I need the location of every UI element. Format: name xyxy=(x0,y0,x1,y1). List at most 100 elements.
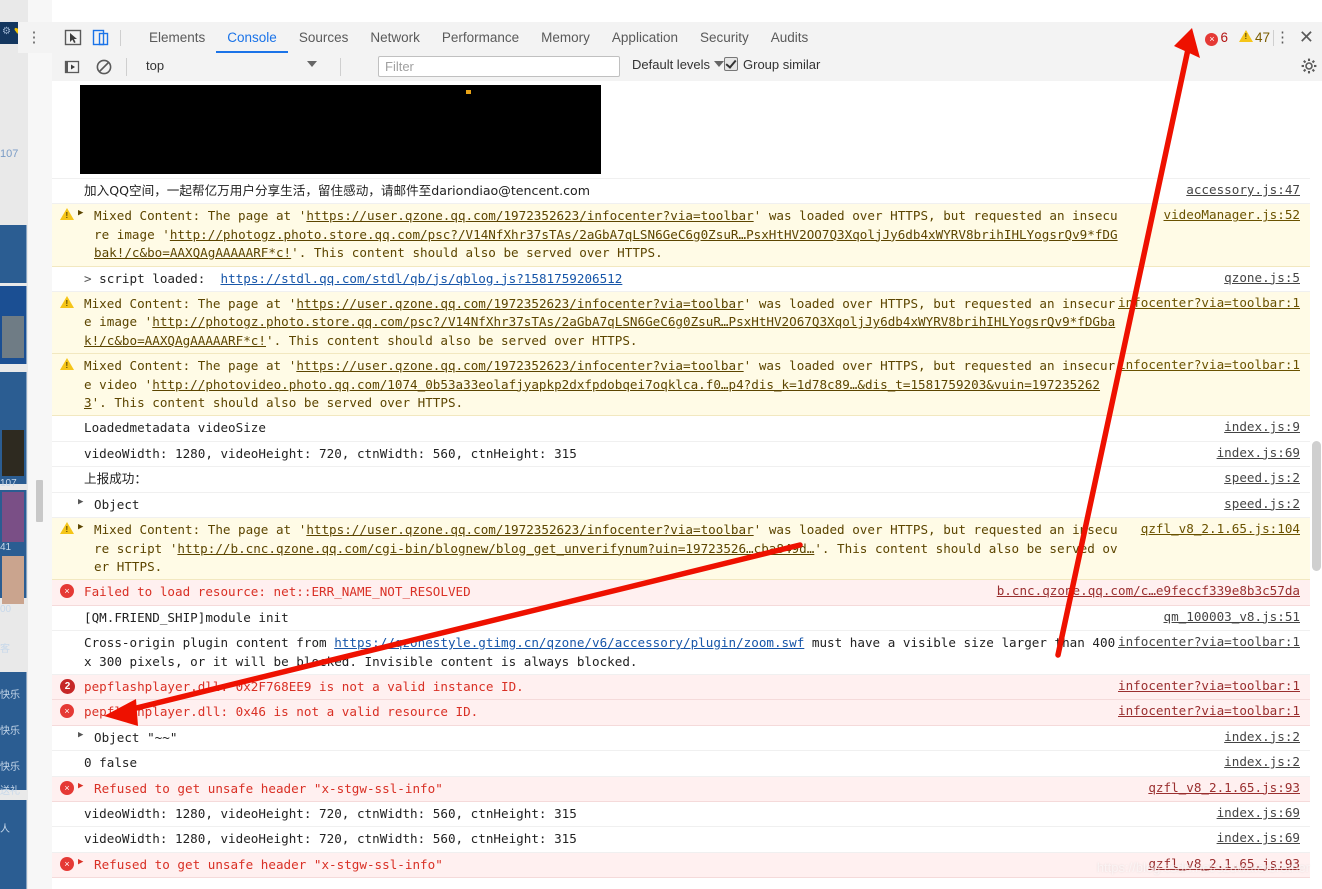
console-link[interactable]: http://photogz.photo.store.qq.com/psc?/V… xyxy=(94,227,1118,260)
filter-input[interactable] xyxy=(378,56,620,77)
console-message-list[interactable]: 加入QQ空间，一起帮亿万用户分享生活，留住感动，请邮件至dariondiao@t… xyxy=(52,81,1322,889)
console-row[interactable]: Mixed Content: The page at 'https://user… xyxy=(52,292,1310,354)
console-link[interactable]: http://b.cnc.qzone.qq.com/cgi-bin/blogne… xyxy=(177,541,814,556)
console-row[interactable]: ×Failed to load resource: net::ERR_NAME_… xyxy=(52,580,1310,605)
console-row[interactable]: videoWidth: 1280, videoHeight: 720, ctnW… xyxy=(52,827,1310,852)
tab-console[interactable]: Console xyxy=(216,22,288,53)
console-scrollbar[interactable] xyxy=(1310,81,1322,889)
expand-arrow-icon[interactable]: ▶ xyxy=(78,730,83,740)
bg-card-1[interactable] xyxy=(0,225,27,283)
expand-arrow-icon[interactable]: ▶ xyxy=(78,781,83,791)
console-row[interactable]: Cross-origin plugin content from https:/… xyxy=(52,631,1310,675)
clear-console-icon[interactable] xyxy=(94,57,114,77)
console-source-link[interactable]: speed.js:2 xyxy=(1224,496,1300,511)
console-scrollbar-thumb[interactable] xyxy=(1312,441,1321,571)
error-counter[interactable]: ×6 xyxy=(1205,30,1228,46)
page-scrollbar-thumb[interactable] xyxy=(36,480,43,522)
bg-card-6[interactable] xyxy=(0,800,27,889)
console-source-link[interactable]: accessory.js:47 xyxy=(1186,182,1300,197)
console-message-text: [QM.FRIEND_SHIP]module init xyxy=(52,609,1310,627)
expand-arrow-icon[interactable]: ▶ xyxy=(78,497,83,507)
console-link[interactable]: https://stdl.qq.com/stdl/qb/js/qblog.js?… xyxy=(221,271,623,286)
expand-arrow-icon[interactable]: ▶ xyxy=(78,208,83,218)
devtools-tabbar: ElementsConsoleSourcesNetworkPerformance… xyxy=(52,22,1322,54)
console-source-link[interactable]: qm_100003_v8.js:51 xyxy=(1164,609,1300,624)
tab-application[interactable]: Application xyxy=(601,22,689,53)
tab-audits[interactable]: Audits xyxy=(760,22,820,53)
console-row[interactable]: [QM.FRIEND_SHIP]module initqm_100003_v8.… xyxy=(52,606,1310,631)
error-icon: × xyxy=(60,781,76,797)
watermark: https://blog.csdn.net/szuwaterbrother xyxy=(1097,860,1310,875)
group-similar-toggle[interactable]: Group similar xyxy=(724,57,820,72)
console-source-link[interactable]: index.js:2 xyxy=(1224,729,1300,744)
execution-context-selector[interactable]: top xyxy=(140,57,325,77)
more-options-icon[interactable]: ⋮ xyxy=(1275,22,1290,53)
console-source-link[interactable]: infocenter?via=toolbar:1 xyxy=(1118,703,1300,718)
console-source-link[interactable]: index.js:69 xyxy=(1217,830,1300,845)
warning-counter[interactable]: 47 xyxy=(1239,30,1270,45)
tab-network[interactable]: Network xyxy=(359,22,431,53)
console-link[interactable]: https://user.qzone.qq.com/1972352623/inf… xyxy=(296,296,743,311)
close-icon[interactable]: ✕ xyxy=(1299,22,1314,53)
console-source-link[interactable]: index.js:69 xyxy=(1217,805,1300,820)
console-link[interactable]: https://user.qzone.qq.com/1972352623/inf… xyxy=(296,358,743,373)
console-row[interactable]: > script loaded: https://stdl.qq.com/std… xyxy=(52,267,1310,292)
expand-arrow-icon[interactable]: ▶ xyxy=(78,522,83,532)
console-source-link[interactable]: index.js:9 xyxy=(1224,419,1300,434)
console-row[interactable]: Mixed Content: The page at 'https://user… xyxy=(52,354,1310,416)
tab-security[interactable]: Security xyxy=(689,22,760,53)
log-levels-selector[interactable]: Default levels xyxy=(632,57,724,72)
expand-arrow-icon[interactable]: ▶ xyxy=(78,857,83,867)
console-source-link[interactable]: b.cnc.qzone.qq.com/c…e9feccf339e8b3c57da xyxy=(997,583,1300,598)
tab-elements[interactable]: Elements xyxy=(138,22,216,53)
tab-memory[interactable]: Memory xyxy=(530,22,601,53)
devtools-menu-icon[interactable]: ⋮ xyxy=(26,22,42,53)
execute-snippet-icon[interactable] xyxy=(62,57,82,77)
console-message-text: Loadedmetadata videoSize xyxy=(52,419,1310,437)
console-message-text: videoWidth: 1280, videoHeight: 720, ctnW… xyxy=(52,805,1310,823)
console-message-text: Object "~~" xyxy=(52,729,1310,747)
console-link[interactable]: https://user.qzone.qq.com/1972352623/inf… xyxy=(306,208,753,223)
gear-icon[interactable] xyxy=(1300,57,1318,75)
console-source-link[interactable]: infocenter?via=toolbar:1 xyxy=(1118,634,1300,649)
console-source-link[interactable]: index.js:69 xyxy=(1217,445,1300,460)
console-source-link[interactable]: speed.js:2 xyxy=(1224,470,1300,485)
console-source-link[interactable]: videoManager.js:52 xyxy=(1164,207,1300,222)
tab-sources[interactable]: Sources xyxy=(288,22,360,53)
console-source-link[interactable]: qzfl_v8_2.1.65.js:104 xyxy=(1141,521,1300,536)
console-link[interactable]: http://photovideo.photo.qq.com/1074_0b53… xyxy=(84,377,1100,410)
console-source-link[interactable]: qzfl_v8_2.1.65.js:93 xyxy=(1148,780,1300,795)
console-row[interactable]: ×▶Refused to get unsafe header "x-stgw-s… xyxy=(52,777,1310,802)
bg-fragment-2: 快乐 xyxy=(0,686,28,701)
console-row[interactable]: 上报成功：speed.js:2 xyxy=(52,467,1310,492)
console-row[interactable]: Loadedmetadata videoSizeindex.js:9 xyxy=(52,416,1310,441)
warning-icon xyxy=(60,208,76,224)
console-row[interactable]: ×pepflashplayer.dll: 0x46 is not a valid… xyxy=(52,700,1310,725)
console-row[interactable]: 2pepflashplayer.dll: 0x2F768EE9 is not a… xyxy=(52,675,1310,700)
console-message-text: 0 false xyxy=(52,754,1310,772)
console-link[interactable]: https://user.qzone.qq.com/1972352623/inf… xyxy=(306,522,753,537)
console-source-link[interactable]: qzone.js:5 xyxy=(1224,270,1300,285)
inspect-element-icon[interactable] xyxy=(62,27,84,48)
console-source-link[interactable]: infocenter?via=toolbar:1 xyxy=(1118,678,1300,693)
console-row[interactable]: ▶Mixed Content: The page at 'https://use… xyxy=(52,518,1310,580)
console-row[interactable]: 加入QQ空间，一起帮亿万用户分享生活，留住感动，请邮件至dariondiao@t… xyxy=(52,179,1310,204)
console-row[interactable]: ▶Objectspeed.js:2 xyxy=(52,493,1310,518)
console-message-text: Mixed Content: The page at 'https://user… xyxy=(52,207,1310,262)
console-link[interactable]: https://qzonestyle.gtimg.cn/qzone/v6/acc… xyxy=(334,635,804,650)
console-link[interactable]: http://photogz.photo.store.qq.com/psc?/V… xyxy=(84,314,1115,347)
tab-performance[interactable]: Performance xyxy=(431,22,530,53)
warning-icon xyxy=(60,296,76,312)
gear-icon[interactable]: ⚙ xyxy=(2,27,12,37)
console-source-link[interactable]: infocenter?via=toolbar:1 xyxy=(1118,295,1300,310)
console-source-link[interactable]: infocenter?via=toolbar:1 xyxy=(1118,357,1300,372)
device-toolbar-icon[interactable] xyxy=(90,27,112,48)
console-row[interactable]: videoWidth: 1280, videoHeight: 720, ctnW… xyxy=(52,442,1310,467)
console-row[interactable]: 0 falseindex.js:2 xyxy=(52,751,1310,776)
checkbox-icon[interactable] xyxy=(724,57,738,71)
console-row[interactable]: ▶Object "~~"index.js:2 xyxy=(52,726,1310,751)
console-row[interactable]: videoWidth: 1280, videoHeight: 720, ctnW… xyxy=(52,802,1310,827)
console-row[interactable]: ▶Mixed Content: The page at 'https://use… xyxy=(52,204,1310,266)
console-source-link[interactable]: index.js:2 xyxy=(1224,754,1300,769)
issue-counters[interactable]: ×6 47 xyxy=(1205,22,1270,53)
